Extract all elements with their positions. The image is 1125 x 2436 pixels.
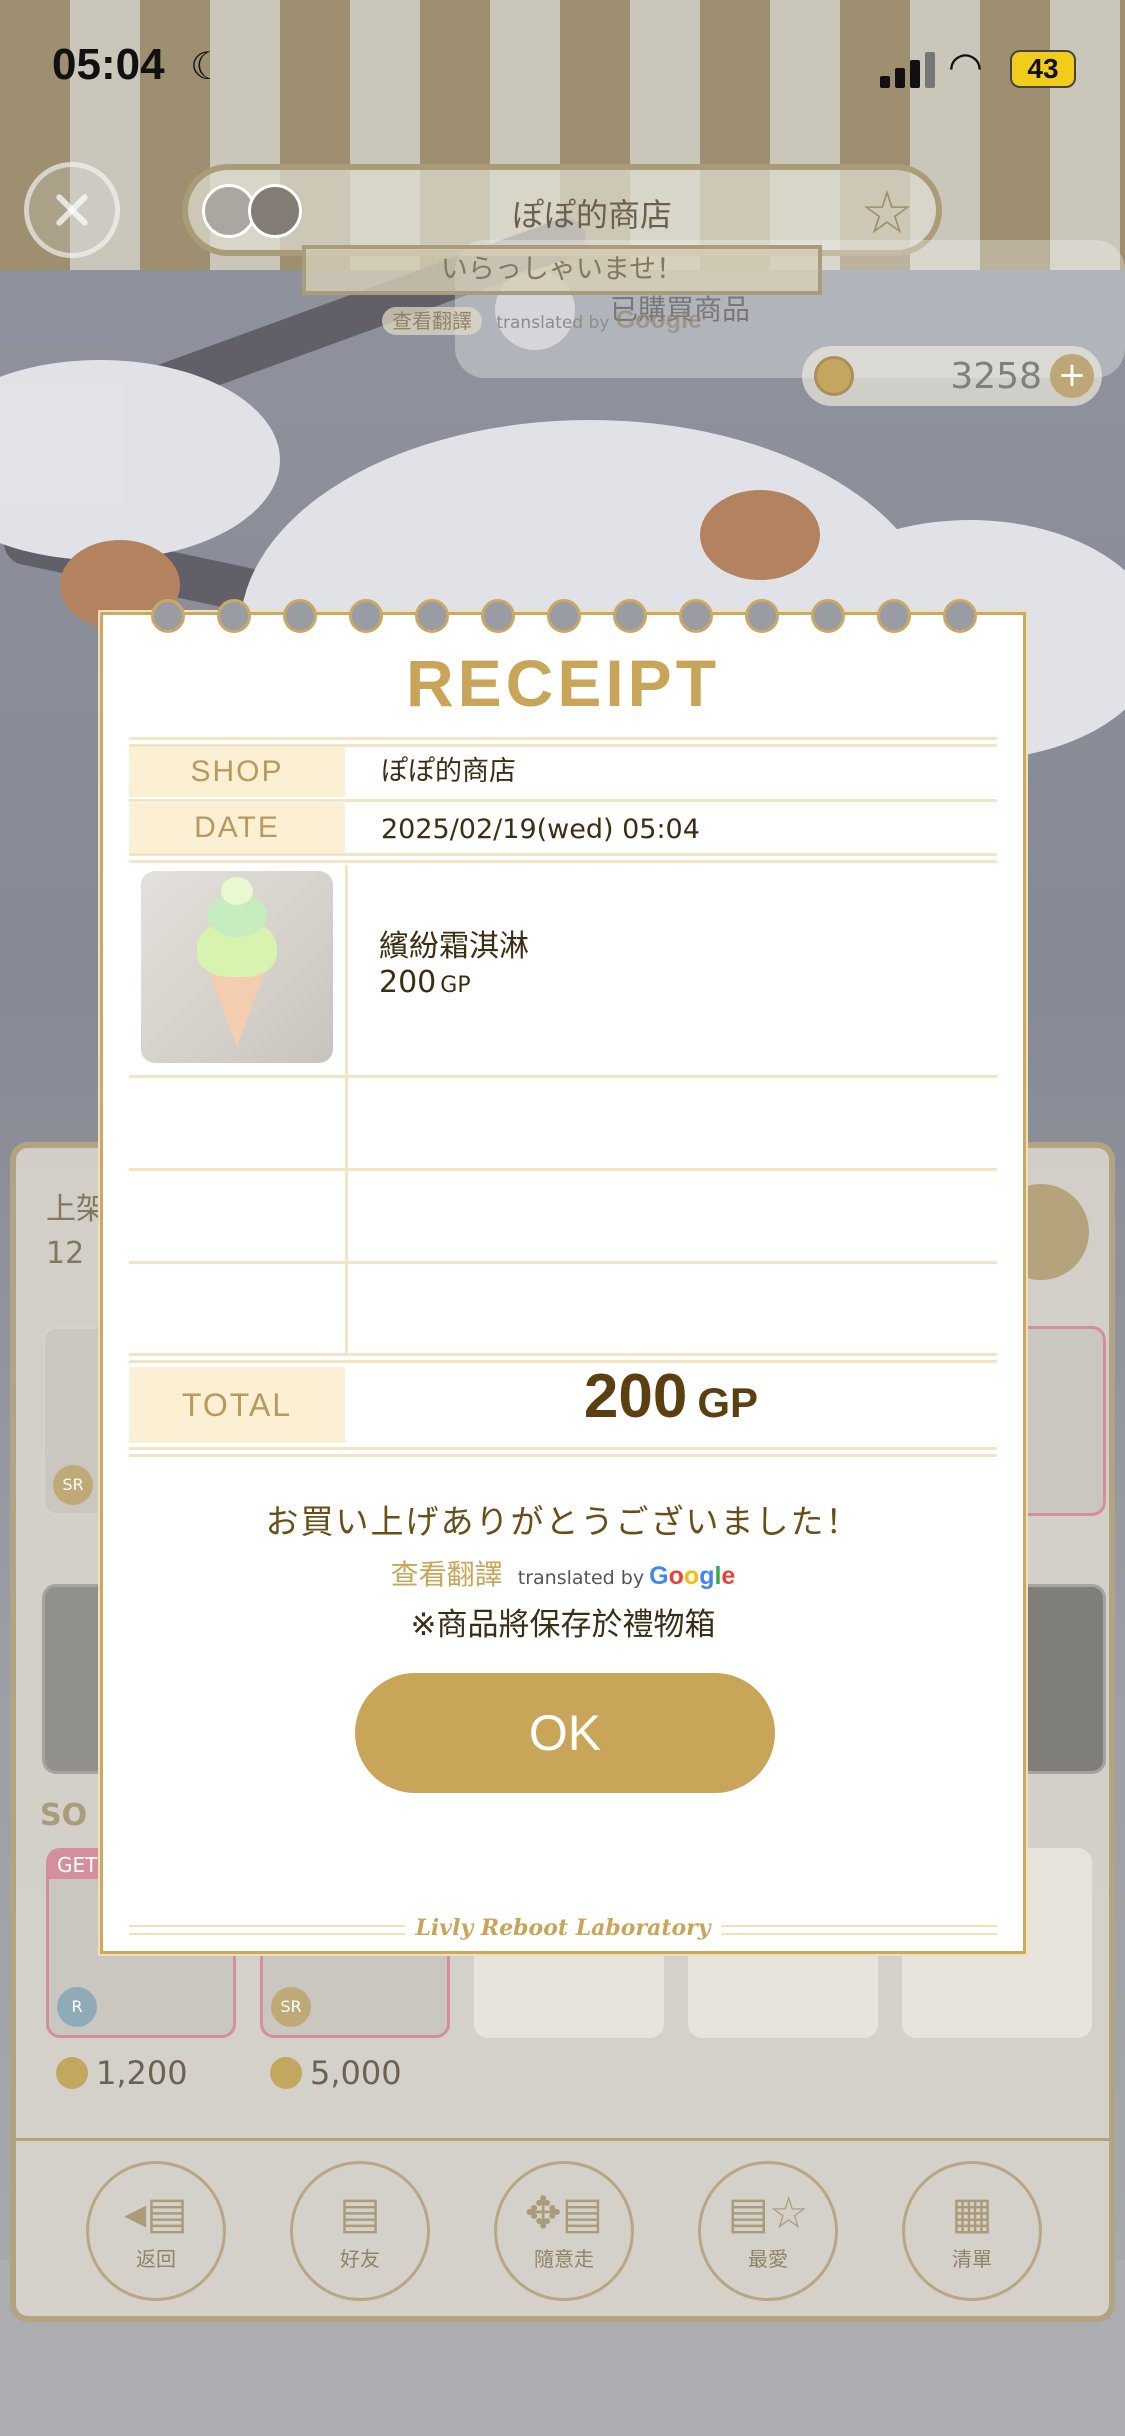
google-logo: Google [649, 1562, 736, 1590]
translated-by-label: translated by [517, 1567, 645, 1589]
translate-link[interactable]: 查看翻譯 [391, 1558, 503, 1591]
footer-brand: Livly Reboot Laboratory [103, 1915, 1023, 1941]
receipt-scallop-edge [103, 599, 1023, 633]
wifi-icon: ◠ [948, 44, 983, 90]
shop-label: SHOP [129, 747, 345, 797]
moon-icon: ☾ [190, 44, 225, 88]
item-price: 200 GP [379, 965, 471, 1000]
total-value: 200 GP [345, 1361, 997, 1432]
thank-you-message: お買い上げありがとうございました！ [265, 1502, 861, 1541]
divider [129, 1261, 997, 1264]
column-divider [345, 865, 348, 1355]
status-bar: 05:04 ☾ ◠ 43 [0, 0, 1125, 140]
total-label: TOTAL [129, 1367, 345, 1443]
ice-cream-icon [141, 871, 333, 1063]
divider [129, 737, 997, 747]
divider [129, 853, 997, 863]
footer-brand-label: Livly Reboot Laboratory [405, 1915, 721, 1941]
ok-button[interactable]: OK [355, 1673, 775, 1793]
battery-icon: 43 [1010, 50, 1076, 88]
item-name: 繽紛霜淇淋 [379, 929, 529, 964]
translate-bar: 查看翻譯 translated by Google [103, 1553, 1023, 1593]
shop-value: ぽぽ的商店 [381, 756, 516, 787]
divider [129, 1447, 997, 1457]
gift-box-note: ※商品將保存於禮物箱 [410, 1607, 716, 1643]
total-amount: 200 [583, 1362, 688, 1431]
battery-level: 43 [1027, 53, 1059, 84]
date-value: 2025/02/19(wed) 05:04 [381, 814, 700, 845]
total-unit: GP [697, 1379, 759, 1426]
receipt-title: RECEIPT [405, 646, 721, 720]
cellular-signal-icon [880, 50, 936, 88]
receipt-modal: RECEIPT SHOP ぽぽ的商店 DATE 2025/02/19(wed) … [100, 599, 1026, 1954]
item-price-value: 200 [379, 965, 437, 1000]
divider [129, 799, 997, 802]
clock: 05:04 [52, 40, 165, 89]
date-label: DATE [129, 803, 345, 853]
divider [129, 1075, 997, 1078]
divider [129, 1168, 997, 1171]
item-price-unit: GP [440, 973, 471, 998]
